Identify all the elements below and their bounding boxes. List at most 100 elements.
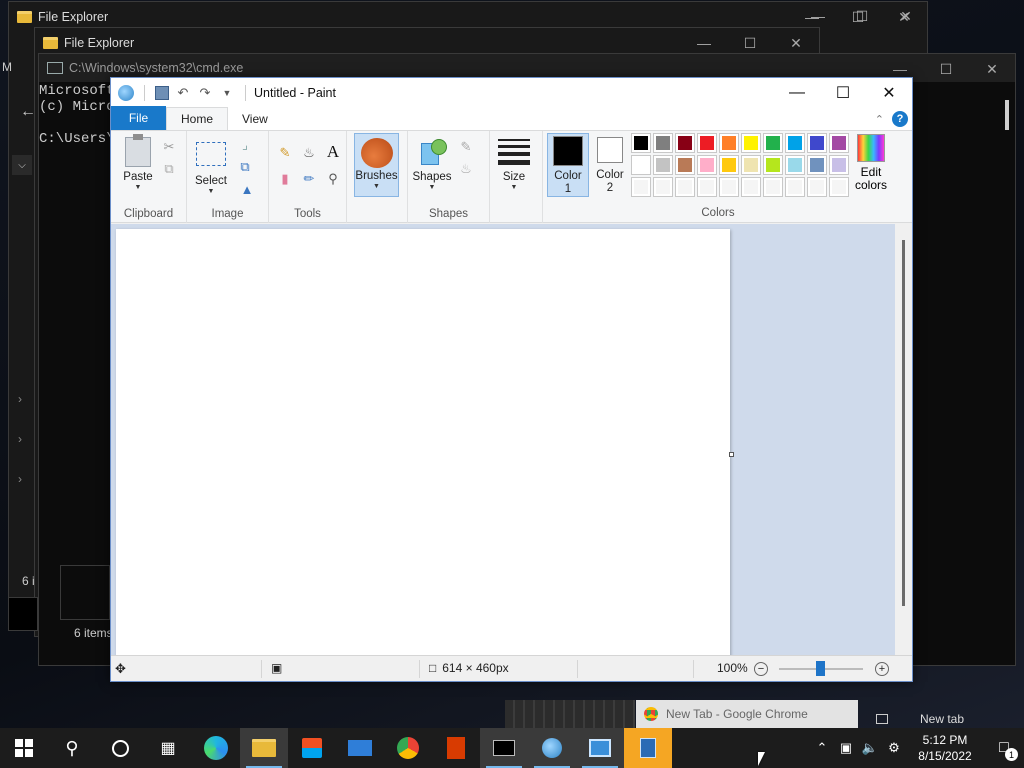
edit-colors-button[interactable]: Edit colors: [852, 134, 890, 192]
palette-swatch[interactable]: [763, 155, 783, 175]
chevron-right-icon[interactable]: ›: [18, 392, 22, 406]
fill-shape-icon[interactable]: ♨: [458, 161, 474, 177]
size-button[interactable]: Size ▼: [495, 137, 533, 192]
cortana-button[interactable]: [96, 728, 144, 768]
color2-button[interactable]: Color 2: [590, 133, 630, 197]
palette-swatch[interactable]: [741, 177, 761, 197]
taskbar-remote-desktop[interactable]: [576, 728, 624, 768]
palette-swatch[interactable]: [807, 133, 827, 153]
redo-icon[interactable]: ↷: [197, 85, 213, 101]
outline-icon[interactable]: ✎: [458, 139, 474, 155]
paste-button[interactable]: Paste ▼: [117, 134, 159, 192]
maximize-icon[interactable]: ☐: [820, 78, 866, 107]
palette-swatch[interactable]: [719, 155, 739, 175]
close-icon[interactable]: ✕: [969, 54, 1015, 84]
start-button[interactable]: [0, 728, 48, 768]
text-icon[interactable]: A: [325, 142, 341, 161]
palette-swatch[interactable]: [829, 177, 849, 197]
chrome-taskbar-preview[interactable]: New Tab - Google Chrome: [636, 700, 858, 728]
palette-swatch[interactable]: [653, 133, 673, 153]
palette-swatch[interactable]: [697, 155, 717, 175]
settings-icon[interactable]: ⚙: [882, 728, 906, 768]
pencil-icon[interactable]: ✎: [277, 145, 293, 161]
customize-quick-access-icon[interactable]: ▼: [219, 85, 235, 101]
vertical-scrollbar[interactable]: [895, 224, 912, 656]
palette-swatch[interactable]: [631, 177, 651, 197]
chevron-right-icon[interactable]: ›: [18, 472, 22, 486]
color1-button[interactable]: Color 1: [547, 133, 589, 197]
fill-icon[interactable]: ♨: [301, 145, 317, 161]
tab-file[interactable]: File: [111, 106, 166, 130]
zoom-slider-thumb[interactable]: [816, 661, 825, 676]
palette-swatch[interactable]: [675, 177, 695, 197]
save-icon[interactable]: [155, 85, 169, 100]
palette-swatch[interactable]: [697, 133, 717, 153]
notification-center-button[interactable]: □ 1: [984, 728, 1024, 768]
new-tab-preview[interactable]: New tab: [870, 710, 1024, 728]
palette-swatch[interactable]: [653, 177, 673, 197]
taskbar-file-explorer[interactable]: [240, 728, 288, 768]
chevron-right-icon[interactable]: ›: [18, 432, 22, 446]
paint-titlebar[interactable]: ↶ ↷ ▼ Untitled - Paint — ☐ ✕: [111, 78, 912, 107]
shapes-button[interactable]: Shapes ▼: [412, 135, 452, 192]
crop-icon[interactable]: ⌟: [237, 137, 253, 153]
paint-logo-icon[interactable]: [118, 84, 134, 101]
canvas-area[interactable]: [111, 224, 912, 656]
palette-swatch[interactable]: [675, 133, 695, 153]
volume-icon[interactable]: 🔈: [858, 728, 882, 768]
palette-swatch[interactable]: [719, 177, 739, 197]
task-view-button[interactable]: ▦: [144, 728, 192, 768]
palette-swatch[interactable]: [829, 133, 849, 153]
minimize-icon[interactable]: —: [774, 78, 820, 107]
collapse-ribbon-icon[interactable]: ⌃: [875, 113, 884, 126]
rotate-icon[interactable]: ▲: [239, 181, 255, 197]
palette-swatch[interactable]: [829, 155, 849, 175]
tab-home[interactable]: Home: [166, 107, 229, 130]
maximize-icon[interactable]: ☐: [840, 1, 884, 31]
palette-swatch[interactable]: [631, 133, 651, 153]
palette-swatch[interactable]: [741, 133, 761, 153]
help-icon[interactable]: ?: [892, 111, 908, 127]
select-button[interactable]: Select ▼: [193, 137, 229, 196]
taskbar-store[interactable]: [288, 728, 336, 768]
copy-icon[interactable]: ⧉: [161, 161, 177, 177]
taskbar-mail[interactable]: [336, 728, 384, 768]
magnifier-icon[interactable]: ⚲: [325, 171, 341, 187]
taskbar-paint[interactable]: [528, 728, 576, 768]
color-picker-icon[interactable]: ✏: [301, 171, 317, 187]
zoom-in-button[interactable]: +: [875, 662, 889, 676]
network-icon[interactable]: ▣: [834, 728, 858, 768]
palette-swatch[interactable]: [631, 155, 651, 175]
palette-swatch[interactable]: [719, 133, 739, 153]
maximize-icon[interactable]: ☐: [923, 54, 969, 84]
palette-swatch[interactable]: [763, 177, 783, 197]
cut-icon[interactable]: ✂: [161, 139, 177, 155]
taskbar-office[interactable]: [432, 728, 480, 768]
palette-swatch[interactable]: [763, 133, 783, 153]
drawing-canvas[interactable]: [116, 229, 730, 656]
palette-swatch[interactable]: [653, 155, 673, 175]
show-hidden-icons[interactable]: ⌃: [810, 728, 834, 768]
palette-swatch[interactable]: [807, 155, 827, 175]
eraser-icon[interactable]: ▮: [277, 171, 293, 187]
chevron-down-icon[interactable]: ⌵: [12, 155, 32, 175]
palette-swatch[interactable]: [785, 155, 805, 175]
resize-handle-right[interactable]: [729, 452, 734, 457]
resize-icon[interactable]: ⧉: [237, 159, 253, 175]
close-icon[interactable]: ✕: [884, 1, 928, 31]
cmd-scrollbar[interactable]: [1005, 100, 1009, 130]
palette-swatch[interactable]: [807, 177, 827, 197]
zoom-out-button[interactable]: −: [754, 662, 768, 676]
back-arrow-icon[interactable]: ←: [20, 103, 36, 121]
brushes-button[interactable]: Brushes ▼: [354, 133, 399, 197]
taskbar-edge[interactable]: [192, 728, 240, 768]
palette-swatch[interactable]: [741, 155, 761, 175]
tab-view[interactable]: View: [228, 107, 282, 130]
taskbar-calculator[interactable]: [624, 728, 672, 768]
palette-swatch[interactable]: [675, 155, 695, 175]
palette-swatch[interactable]: [785, 133, 805, 153]
palette-swatch[interactable]: [697, 177, 717, 197]
paint-window[interactable]: ↶ ↷ ▼ Untitled - Paint — ☐ ✕ File Home V…: [110, 77, 913, 682]
clock[interactable]: 5:12 PM 8/15/2022: [906, 732, 984, 764]
scrollbar-thumb[interactable]: [902, 240, 905, 606]
